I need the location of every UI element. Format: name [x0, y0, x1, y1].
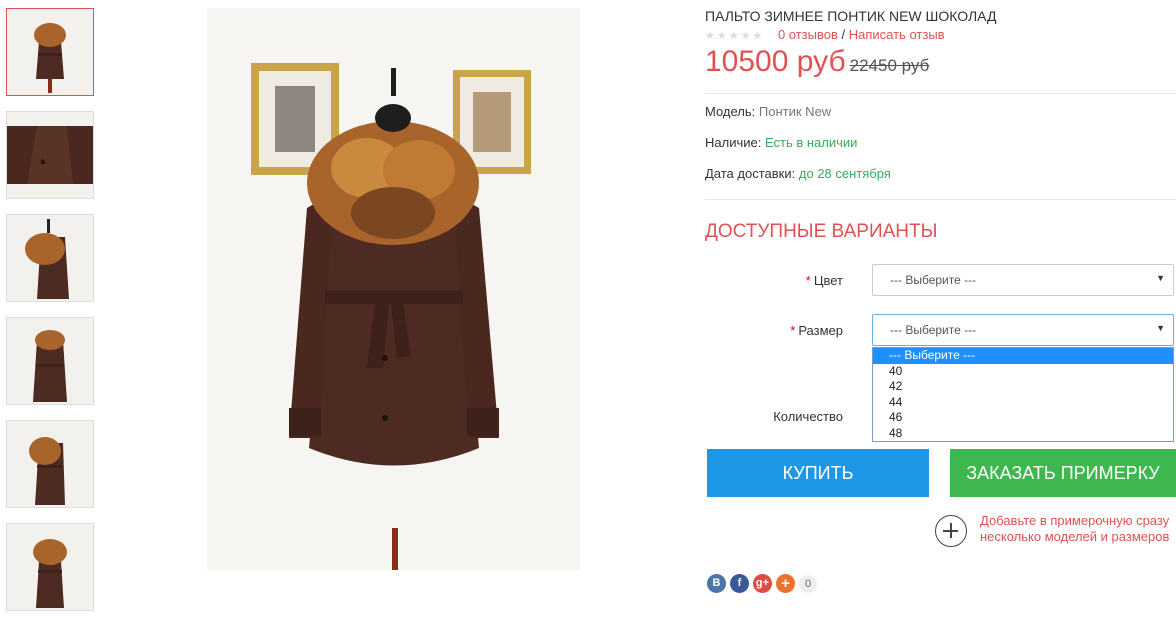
current-price: 10500 руб: [705, 45, 846, 78]
availability-label: Наличие:: [705, 135, 762, 150]
size-option[interactable]: 44: [873, 395, 1173, 411]
write-review-link[interactable]: Написать отзыв: [849, 27, 945, 42]
color-label: * Цвет: [806, 273, 843, 288]
google-plus-share-icon[interactable]: g+: [753, 574, 772, 593]
size-option[interactable]: 40: [873, 364, 1173, 380]
delivery-value: до 28 сентября: [798, 166, 891, 181]
chevron-down-icon: ▼: [1156, 323, 1165, 333]
order-fitting-button[interactable]: ЗАКАЗАТЬ ПРИМЕРКУ: [950, 449, 1176, 497]
color-select-value: --- Выберите ---: [890, 273, 977, 287]
coat-angle-thumbnail-image: [7, 421, 93, 507]
thumbnail-gallery: [6, 8, 94, 626]
model-value: Понтик New: [758, 104, 832, 119]
size-option[interactable]: 42: [873, 379, 1173, 395]
old-price: 22450 руб: [849, 56, 930, 75]
thumbnail-5[interactable]: [6, 420, 94, 508]
thumbnail-4[interactable]: [6, 317, 94, 405]
coat-on-mannequin-image: [207, 8, 580, 570]
divider: [705, 199, 1176, 200]
size-dropdown-list: --- Выберите --- 40 42 44 46 48: [872, 347, 1174, 442]
thumbnail-6[interactable]: [6, 523, 94, 611]
facebook-share-icon[interactable]: f: [730, 574, 749, 593]
coat-side-thumbnail-image: [7, 215, 93, 301]
add-to-fitting-text[interactable]: Добавьте в примерочную сразу несколько м…: [980, 513, 1176, 545]
add-to-fitting-plus-icon[interactable]: [935, 515, 967, 547]
vk-share-icon[interactable]: В: [707, 574, 726, 593]
required-mark: *: [790, 323, 796, 338]
thumbnail-1[interactable]: [6, 8, 94, 96]
delivery-label: Дата доставки:: [705, 166, 796, 181]
model-label: Модель:: [705, 104, 756, 119]
model-row: Модель: Понтик New: [705, 104, 831, 119]
delivery-row: Дата доставки: до 28 сентября: [705, 166, 891, 181]
size-option[interactable]: --- Выберите ---: [873, 348, 1173, 364]
price-block: 10500 руб 22450 руб: [705, 45, 929, 79]
availability-row: Наличие: Есть в наличии: [705, 135, 857, 150]
quantity-label: Количество: [773, 409, 843, 424]
size-select[interactable]: --- Выберите --- ▼: [872, 314, 1174, 346]
buy-button[interactable]: КУПИТЬ: [707, 449, 929, 497]
share-count: 0: [799, 574, 817, 593]
size-select-value: --- Выберите ---: [890, 323, 977, 337]
chevron-down-icon: ▼: [1156, 273, 1165, 283]
size-label: * Размер: [790, 323, 843, 338]
required-mark: *: [805, 273, 811, 288]
social-share-bar: В f g+ + 0: [707, 574, 817, 593]
rating-stars-icon: ★★★★★: [705, 30, 765, 42]
size-label-text: Размер: [798, 323, 843, 338]
thumbnail-3[interactable]: [6, 214, 94, 302]
size-option[interactable]: 46: [873, 410, 1173, 426]
size-option[interactable]: 48: [873, 426, 1173, 442]
reviews-separator: /: [841, 27, 846, 42]
coat-thumbnail-image: [7, 9, 93, 95]
thumbnail-2[interactable]: [6, 111, 94, 199]
rating-row: ★★★★★ 0 отзывов / Написать отзыв: [705, 27, 945, 42]
color-select[interactable]: --- Выберите --- ▼: [872, 264, 1174, 296]
divider: [705, 93, 1176, 94]
color-label-text: Цвет: [813, 273, 843, 288]
coat-detail-thumbnail-image: [7, 112, 93, 198]
options-title: ДОСТУПНЫЕ ВАРИАНТЫ: [705, 221, 938, 242]
reviews-link[interactable]: 0 отзывов: [778, 27, 838, 42]
coat-front-thumbnail-image: [7, 524, 93, 610]
main-product-image[interactable]: [207, 8, 580, 570]
availability-value: Есть в наличии: [764, 135, 858, 150]
more-share-icon[interactable]: +: [776, 574, 795, 593]
coat-back-thumbnail-image: [7, 318, 93, 404]
product-title: ПАЛЬТО ЗИМНЕЕ ПОНТИК NEW ШОКОЛАД: [705, 8, 997, 24]
